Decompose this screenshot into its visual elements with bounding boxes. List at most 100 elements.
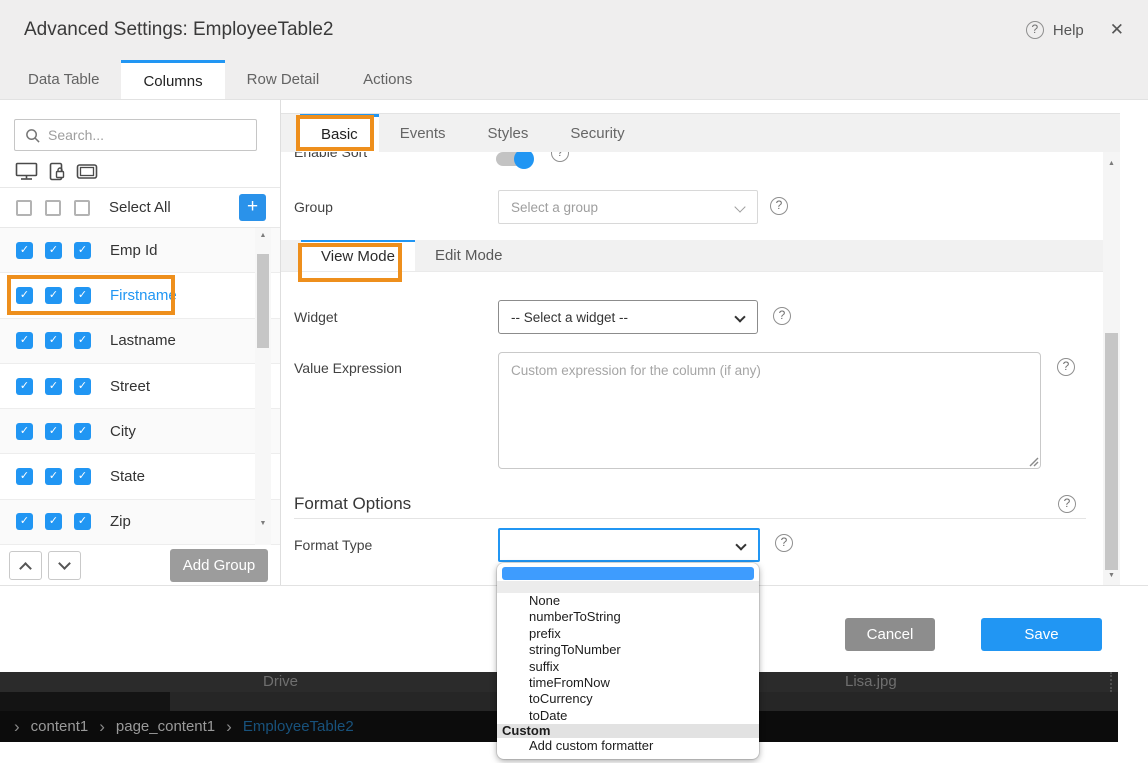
scroll-up-icon[interactable]: ▲ — [255, 232, 271, 239]
add-group-button[interactable]: Add Group — [170, 549, 268, 582]
breadcrumb-item-page-content1[interactable]: page_content1 — [116, 718, 215, 735]
enable-sort-toggle[interactable] — [496, 152, 534, 169]
tab-basic[interactable]: Basic — [300, 114, 379, 152]
select-all-checkbox-tablet[interactable] — [74, 200, 90, 216]
dropdown-option-tocurrency[interactable]: toCurrency — [497, 691, 759, 707]
widget-select-value: -- Select a widget -- — [511, 310, 628, 325]
select-all-row: Select All + — [0, 188, 280, 228]
checkbox-checked[interactable]: ✓ — [74, 378, 91, 395]
move-up-button[interactable] — [9, 551, 42, 580]
format-options-help-icon[interactable]: ? — [1058, 495, 1076, 513]
dropdown-option-timefromnow[interactable]: timeFromNow — [497, 675, 759, 691]
tab-security[interactable]: Security — [549, 114, 645, 152]
checkbox-checked[interactable]: ✓ — [74, 423, 91, 440]
dropdown-option-todate[interactable]: toDate — [497, 708, 759, 724]
column-row-city[interactable]: ✓✓✓ City — [0, 409, 280, 454]
mode-tab-bar: View Mode Edit Mode — [281, 240, 1103, 272]
group-help-icon[interactable]: ? — [770, 197, 788, 215]
panel-scroll-area: Enable Sort ? Group Select a group ? Vie… — [281, 152, 1103, 585]
value-expression-input[interactable] — [498, 352, 1041, 469]
add-column-button[interactable]: + — [239, 194, 266, 221]
checkbox-checked[interactable]: ✓ — [45, 287, 62, 304]
breadcrumb-item-employeetable2[interactable]: EmployeeTable2 — [243, 718, 354, 735]
dropdown-option-numbertostring[interactable]: numberToString — [497, 609, 759, 625]
checkbox-checked[interactable]: ✓ — [45, 513, 62, 530]
tab-styles[interactable]: Styles — [467, 114, 550, 152]
column-row-lastname[interactable]: ✓✓✓ Lastname — [0, 319, 280, 364]
dropdown-option-suffix[interactable]: suffix — [497, 659, 759, 675]
dropdown-option-prefix[interactable]: prefix — [497, 626, 759, 642]
select-all-checkbox-desktop[interactable] — [16, 200, 32, 216]
checkbox-checked[interactable]: ✓ — [16, 378, 33, 395]
widget-help-icon[interactable]: ? — [773, 307, 791, 325]
close-icon[interactable]: ✕ — [1110, 20, 1124, 40]
tablet-icon[interactable] — [76, 163, 98, 180]
checkbox-checked[interactable]: ✓ — [45, 468, 62, 485]
checkbox-checked[interactable]: ✓ — [16, 287, 33, 304]
save-button[interactable]: Save — [981, 618, 1102, 651]
panel-scrollbar[interactable]: ▲ ▼ — [1103, 152, 1120, 585]
cancel-button[interactable]: Cancel — [845, 618, 935, 651]
help-icon[interactable]: ? — [1026, 21, 1044, 39]
format-type-select[interactable] — [498, 528, 760, 562]
checkbox-checked[interactable]: ✓ — [16, 332, 33, 349]
checkbox-checked[interactable]: ✓ — [74, 332, 91, 349]
move-down-button[interactable] — [48, 551, 81, 580]
tab-row-detail[interactable]: Row Detail — [225, 60, 342, 99]
format-type-label: Format Type — [294, 537, 372, 553]
scroll-up-icon[interactable]: ▲ — [1103, 160, 1120, 167]
panel-scrollbar-thumb[interactable] — [1105, 333, 1118, 570]
tab-columns[interactable]: Columns — [121, 60, 224, 99]
dropdown-option-none[interactable]: None — [497, 593, 759, 609]
checkbox-checked[interactable]: ✓ — [74, 513, 91, 530]
column-row-emp-id[interactable]: ✓✓✓ Emp Id — [0, 228, 280, 273]
enable-sort-help-icon[interactable]: ? — [551, 152, 569, 162]
search-input[interactable] — [48, 127, 228, 143]
column-row-firstname[interactable]: ✓✓✓ Firstname — [0, 273, 280, 318]
checkbox-checked[interactable]: ✓ — [16, 242, 33, 259]
search-box[interactable] — [14, 119, 257, 151]
widget-select[interactable]: -- Select a widget -- — [498, 300, 758, 334]
tab-data-table[interactable]: Data Table — [6, 60, 121, 99]
lisa-cell: Lisa.jpg — [845, 673, 897, 690]
checkbox-checked[interactable]: ✓ — [45, 423, 62, 440]
tab-view-mode[interactable]: View Mode — [301, 240, 415, 271]
dropdown-selected-blank-option[interactable] — [502, 567, 754, 580]
value-expression-help-icon[interactable]: ? — [1057, 358, 1075, 376]
tab-events[interactable]: Events — [379, 114, 467, 152]
checkbox-checked[interactable]: ✓ — [16, 423, 33, 440]
breadcrumb-item-content1[interactable]: content1 — [31, 718, 89, 735]
help-label[interactable]: Help — [1053, 22, 1084, 39]
group-select[interactable]: Select a group — [498, 190, 758, 224]
dropdown-option-add-custom-formatter[interactable]: Add custom formatter — [497, 738, 759, 754]
checkbox-checked[interactable]: ✓ — [45, 378, 62, 395]
sidebar-scrollbar-thumb[interactable] — [257, 254, 269, 348]
column-row-street[interactable]: ✓✓✓ Street — [0, 364, 280, 409]
column-row-state[interactable]: ✓✓✓ State — [0, 454, 280, 499]
checkbox-checked[interactable]: ✓ — [74, 242, 91, 259]
tab-actions[interactable]: Actions — [341, 60, 434, 99]
checkbox-checked[interactable]: ✓ — [74, 287, 91, 304]
dropdown-option-stringtonumber[interactable]: stringToNumber — [497, 642, 759, 658]
select-all-checkbox-mobile[interactable] — [45, 200, 61, 216]
format-type-help-icon[interactable]: ? — [775, 534, 793, 552]
checkbox-checked[interactable]: ✓ — [16, 468, 33, 485]
column-row-zip[interactable]: ✓✓✓ Zip — [0, 500, 280, 545]
breadcrumb-chevron-icon: › — [14, 717, 20, 737]
device-view-row — [0, 155, 280, 188]
checkbox-checked[interactable]: ✓ — [45, 242, 62, 259]
scroll-down-icon[interactable]: ▼ — [1103, 572, 1120, 579]
mobile-icon[interactable] — [47, 162, 67, 181]
column-list: ✓✓✓ Emp Id ✓✓✓ Firstname ✓✓✓ Lastname ✓✓… — [0, 228, 280, 545]
group-label: Group — [294, 199, 333, 215]
column-settings-panel: Basic Events Styles Security Enable Sort… — [281, 100, 1148, 585]
tab-edit-mode[interactable]: Edit Mode — [415, 240, 523, 271]
checkbox-checked[interactable]: ✓ — [45, 332, 62, 349]
checkbox-checked[interactable]: ✓ — [74, 468, 91, 485]
checkbox-checked[interactable]: ✓ — [16, 513, 33, 530]
format-options-title: Format Options — [294, 494, 411, 514]
desktop-icon[interactable] — [15, 162, 38, 181]
search-icon — [25, 128, 40, 143]
sidebar-scrollbar[interactable]: ▲ ▼ — [255, 228, 271, 545]
scroll-down-icon[interactable]: ▼ — [255, 520, 271, 527]
